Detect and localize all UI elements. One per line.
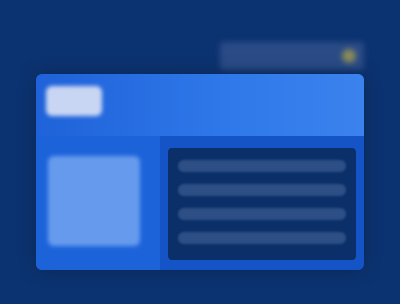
list-item[interactable] [178, 208, 346, 220]
list-item[interactable] [178, 232, 346, 244]
content-panel [168, 148, 356, 260]
sidebar [36, 136, 160, 270]
logo-icon [46, 86, 102, 116]
sidebar-panel[interactable] [48, 156, 140, 246]
list-item[interactable] [178, 160, 346, 172]
window-header [36, 74, 364, 136]
app-window [36, 74, 364, 270]
status-dot-icon [342, 49, 356, 63]
screen [0, 0, 400, 304]
top-bar[interactable] [220, 42, 364, 70]
list-item[interactable] [178, 184, 346, 196]
